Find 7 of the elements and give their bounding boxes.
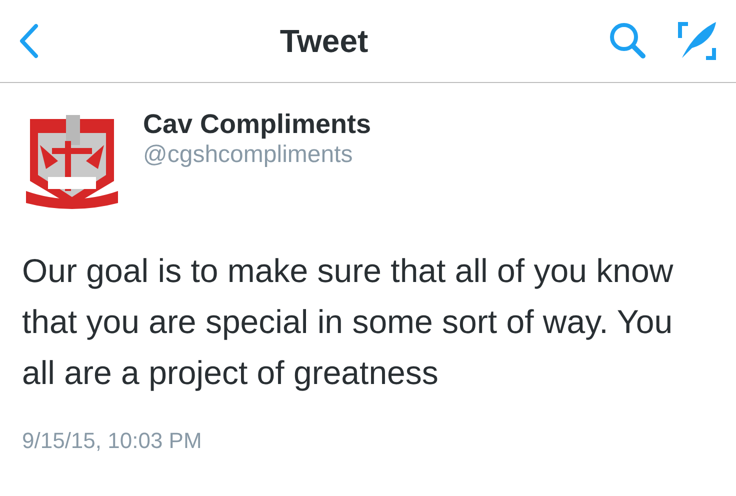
search-icon[interactable]	[608, 21, 648, 61]
tweet-text: Our goal is to make sure that all of you know that you are special in some sort of way. You all are a project of greatness	[21, 251, 674, 393]
compose-icon[interactable]	[676, 20, 718, 62]
author-name[interactable]: Cav Compliments	[143, 108, 372, 140]
nav-title: Tweet	[280, 22, 368, 61]
back-icon[interactable]	[18, 23, 40, 59]
timestamp: 9/15/15, 10:03 PM	[22, 428, 202, 453]
